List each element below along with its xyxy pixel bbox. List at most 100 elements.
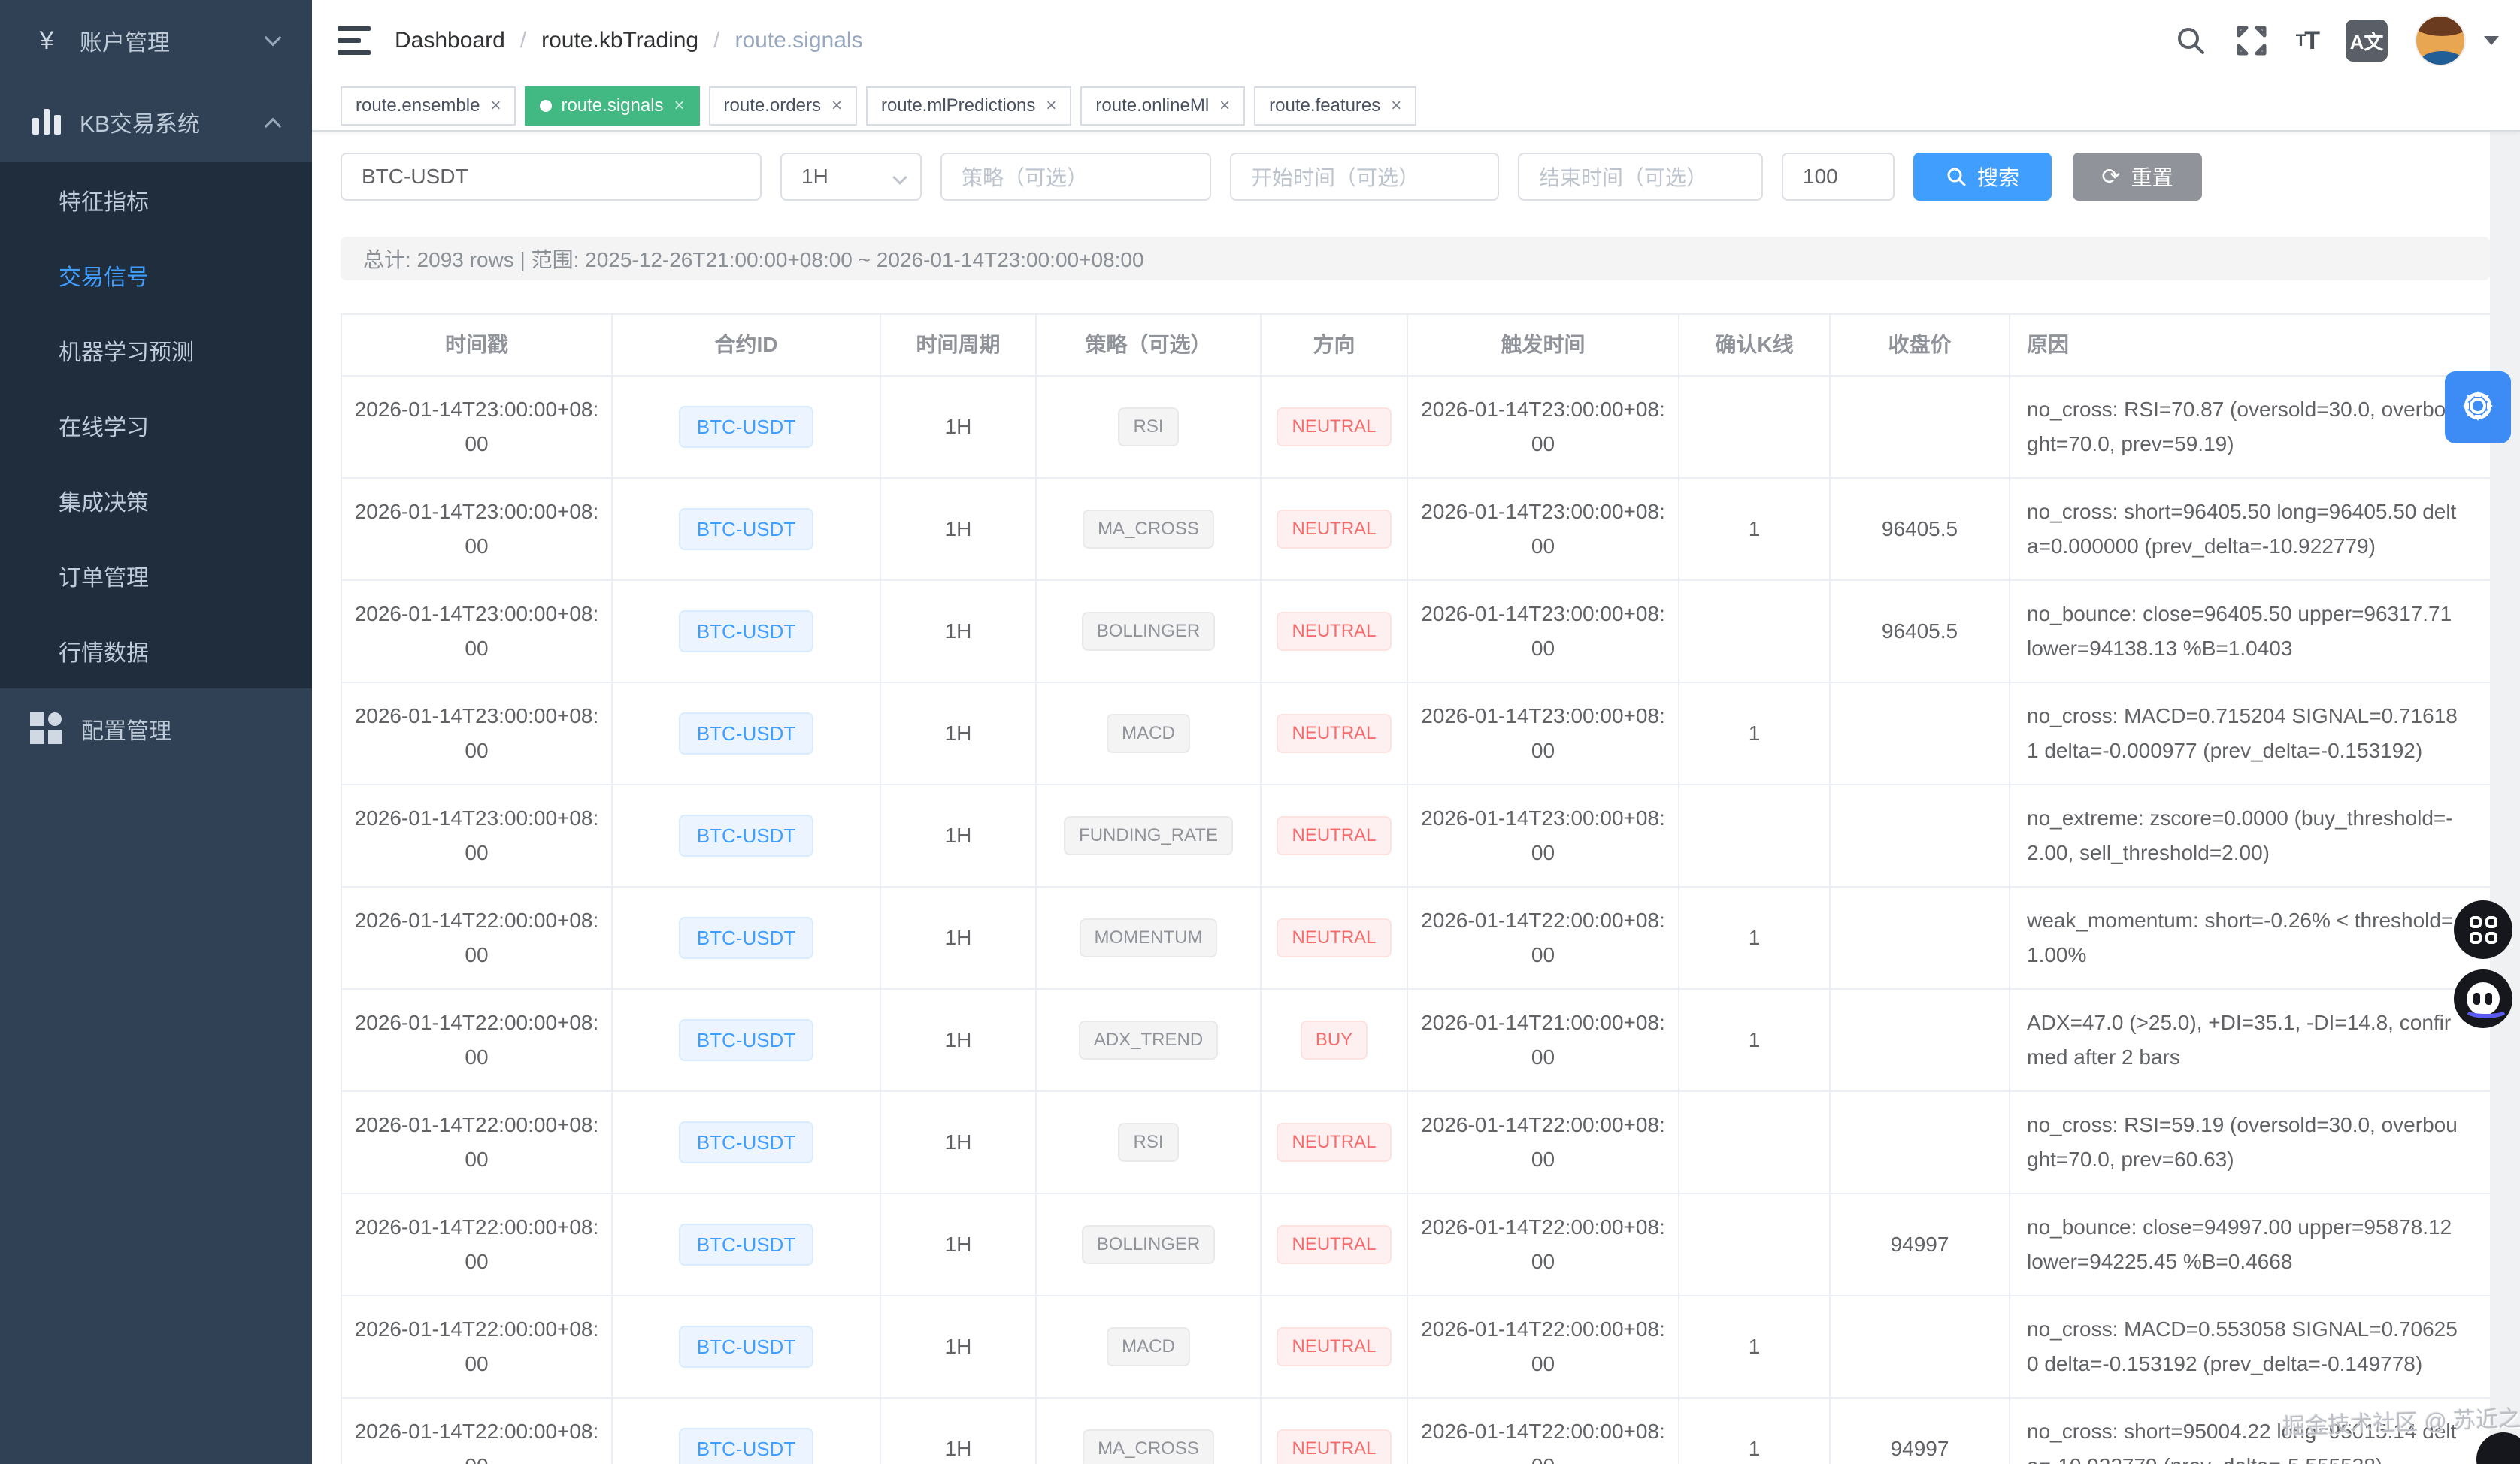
direction-tag: NEUTRAL: [1277, 918, 1391, 957]
tab-route.mlPredictions[interactable]: route.mlPredictions ×: [866, 86, 1071, 126]
sidebar-subitem-5[interactable]: 订单管理: [0, 538, 312, 613]
timestamp-cell: 2026-01-14T23:00:00+08:00: [342, 785, 613, 886]
close-icon[interactable]: ×: [674, 95, 685, 116]
sidebar-subitem-6[interactable]: 行情数据: [0, 613, 312, 688]
reason-cell: no_cross: RSI=59.19 (oversold=30.0, over…: [2010, 1092, 2491, 1193]
sidebar-subitem-3[interactable]: 在线学习: [0, 388, 312, 463]
sidebar-item-kb-system[interactable]: KB交易系统: [0, 81, 312, 162]
tab-route.ensemble[interactable]: route.ensemble×: [341, 86, 516, 126]
column-header: 方向: [1262, 315, 1408, 375]
strategy-tag: MACD: [1107, 714, 1190, 753]
trigger-time-cell: 2026-01-14T23:00:00+08:00: [1408, 377, 1679, 477]
breadcrumb-item: route.signals: [734, 28, 862, 53]
extension-assistant-fab[interactable]: [2454, 969, 2512, 1028]
reason-cell: no_cross: RSI=70.87 (oversold=30.0, over…: [2010, 377, 2491, 477]
strategy-tag: MOMENTUM: [1080, 918, 1218, 957]
direction-cell: NEUTRAL: [1262, 888, 1408, 988]
breadcrumb-item[interactable]: route.kbTrading: [541, 28, 698, 53]
hamburger-icon[interactable]: [338, 26, 371, 55]
tab-route.features[interactable]: route.features×: [1254, 86, 1416, 126]
close-icon[interactable]: ×: [1219, 95, 1230, 116]
caret-down-icon[interactable]: [2484, 36, 2499, 45]
confirm-kline-cell: 1: [1679, 990, 1831, 1090]
contract-tag: BTC-USDT: [679, 917, 813, 959]
sidebar-subitem-2[interactable]: 机器学习预测: [0, 313, 312, 388]
tab-route.onlineMl[interactable]: route.onlineMl×: [1080, 86, 1245, 126]
contract-tag: BTC-USDT: [679, 1326, 813, 1368]
table-row: 2026-01-14T22:00:00+08:00BTC-USDT1HBOLLI…: [342, 1194, 2491, 1296]
breadcrumb: Dashboard/route.kbTrading/route.signals: [395, 28, 863, 53]
timestamp-cell: 2026-01-14T22:00:00+08:00: [342, 888, 613, 988]
fullscreen-icon[interactable]: [2234, 23, 2269, 58]
tab-route.signals[interactable]: route.signals×: [525, 86, 699, 126]
navbar-actions: TT A文: [2147, 15, 2499, 66]
extension-clover-fab[interactable]: [2454, 900, 2512, 959]
start-time-input[interactable]: 开始时间（可选）: [1230, 153, 1499, 201]
confirm-kline-cell: 1: [1679, 1399, 1831, 1464]
tags-view-bar: route.ensemble×route.signals×route.order…: [312, 81, 2520, 132]
trigger-time-cell: 2026-01-14T23:00:00+08:00: [1408, 683, 1679, 784]
interval-select[interactable]: 1H: [780, 153, 922, 201]
settings-fab[interactable]: [2445, 371, 2511, 443]
strategy-input[interactable]: 策略（可选）: [940, 153, 1211, 201]
direction-cell: BUY: [1262, 990, 1408, 1090]
table-row: 2026-01-14T23:00:00+08:00BTC-USDT1HMACDN…: [342, 683, 2491, 785]
strategy-cell: MA_CROSS: [1037, 479, 1262, 579]
clover-icon: [2470, 916, 2497, 944]
sidebar-subitem-4[interactable]: 集成决策: [0, 463, 312, 538]
contract-cell: BTC-USDT: [613, 990, 881, 1090]
sidebar: ¥ 账户管理 KB交易系统 特征指标交易信号机器学习预测在线学习集成决策订单管理…: [0, 0, 312, 1464]
sidebar-item-config[interactable]: 配置管理: [0, 688, 312, 770]
close-icon[interactable]: ×: [831, 95, 842, 116]
confirm-kline-cell: 1: [1679, 888, 1831, 988]
trigger-time-cell: 2026-01-14T23:00:00+08:00: [1408, 785, 1679, 886]
font-size-icon[interactable]: TT: [2296, 26, 2319, 56]
close-icon[interactable]: ×: [490, 95, 501, 116]
right-gutter: [2490, 132, 2520, 1464]
period-cell: 1H: [881, 581, 1037, 682]
sidebar-item-account[interactable]: ¥ 账户管理: [0, 0, 312, 81]
tab-label: route.mlPredictions: [881, 95, 1035, 116]
app-window: ¥ 账户管理 KB交易系统 特征指标交易信号机器学习预测在线学习集成决策订单管理…: [0, 0, 2520, 1464]
language-icon[interactable]: A文: [2346, 20, 2388, 62]
close-price-cell: [1831, 990, 2010, 1090]
column-header: 收盘价: [1831, 315, 2010, 375]
sidebar-item-label: 账户管理: [80, 24, 170, 57]
reset-button[interactable]: ⟳重置: [2073, 153, 2202, 201]
direction-tag: NEUTRAL: [1277, 510, 1391, 549]
close-icon[interactable]: ×: [1391, 95, 1401, 116]
end-time-input[interactable]: 结束时间（可选）: [1518, 153, 1763, 201]
search-button[interactable]: 搜索: [1913, 153, 2052, 201]
search-icon[interactable]: [2174, 24, 2207, 57]
avatar[interactable]: [2415, 15, 2466, 66]
reason-cell: weak_momentum: short=-0.26% < threshold=…: [2010, 888, 2491, 988]
yen-icon: ¥: [30, 26, 63, 56]
top-navbar: Dashboard/route.kbTrading/route.signals …: [312, 0, 2520, 81]
table-row: 2026-01-14T23:00:00+08:00BTC-USDT1HMA_CR…: [342, 479, 2491, 581]
trigger-time-cell: 2026-01-14T21:00:00+08:00: [1408, 990, 1679, 1090]
contract-cell: BTC-USDT: [613, 377, 881, 477]
chevron-up-icon: [265, 118, 282, 135]
trigger-time-cell: 2026-01-14T22:00:00+08:00: [1408, 1092, 1679, 1193]
period-cell: 1H: [881, 683, 1037, 784]
timestamp-cell: 2026-01-14T23:00:00+08:00: [342, 683, 613, 784]
symbol-input[interactable]: BTC-USDT: [341, 153, 762, 201]
active-dot-icon: [540, 100, 552, 112]
close-price-cell: 94997: [1831, 1399, 2010, 1464]
breadcrumb-item[interactable]: Dashboard: [395, 28, 505, 53]
timestamp-cell: 2026-01-14T22:00:00+08:00: [342, 1092, 613, 1193]
close-icon[interactable]: ×: [1046, 95, 1056, 116]
sidebar-subitem-1[interactable]: 交易信号: [0, 237, 312, 313]
tab-route.orders[interactable]: route.orders×: [709, 86, 857, 126]
strategy-cell: MACD: [1037, 683, 1262, 784]
period-cell: 1H: [881, 990, 1037, 1090]
direction-cell: NEUTRAL: [1262, 683, 1408, 784]
sidebar-item-label: KB交易系统: [80, 105, 200, 138]
strategy-tag: BOLLINGER: [1082, 612, 1215, 651]
sidebar-subitem-0[interactable]: 特征指标: [0, 162, 312, 237]
strategy-tag: BOLLINGER: [1082, 1225, 1215, 1264]
result-summary: 总计: 2093 rows | 范围: 2025-12-26T21:00:00+…: [341, 237, 2490, 280]
confirm-kline-cell: [1679, 1194, 1831, 1295]
refresh-icon: ⟳: [2101, 164, 2120, 190]
limit-input[interactable]: 100: [1782, 153, 1895, 201]
